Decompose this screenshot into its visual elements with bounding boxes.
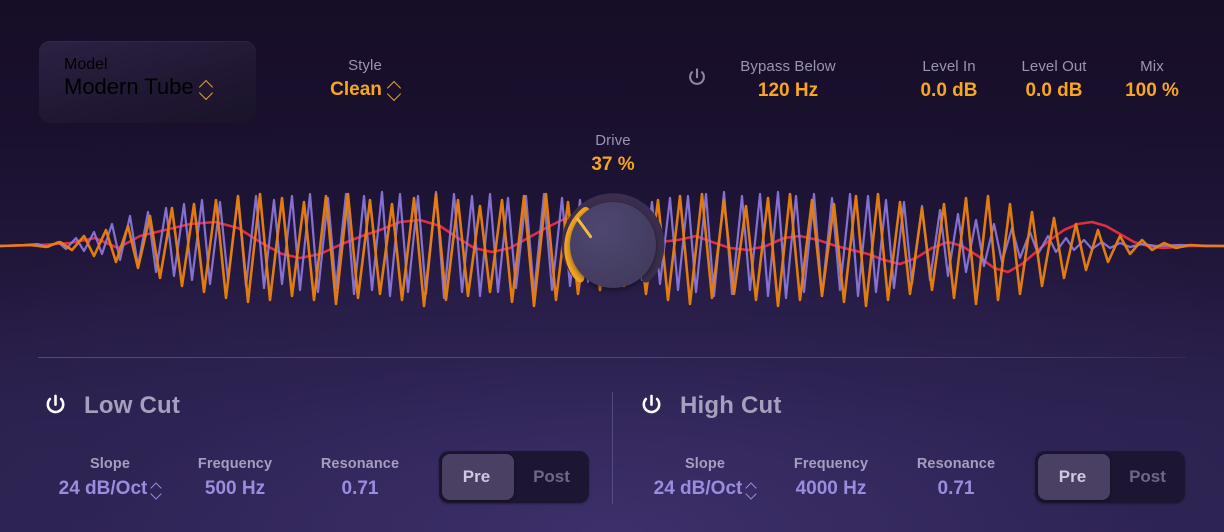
- power-icon[interactable]: [684, 65, 710, 91]
- high-cut-power-button[interactable]: [637, 391, 666, 420]
- drive-param: Drive 37 %: [548, 131, 678, 177]
- power-icon[interactable]: [41, 391, 70, 420]
- low-cut-title: Low Cut: [84, 392, 181, 419]
- section-divider-horizontal: [38, 357, 1186, 358]
- high-cut-frequency-label: Frequency: [793, 456, 869, 472]
- drive-label: Drive: [595, 132, 631, 149]
- high-cut-slope-label: Slope: [685, 456, 725, 472]
- model-label: Model: [64, 56, 108, 73]
- low-cut-frequency-param[interactable]: Frequency 500 Hz: [177, 455, 293, 501]
- bypass-below-label: Bypass Below: [740, 58, 836, 75]
- high-cut-frequency-param[interactable]: Frequency 4000 Hz: [769, 455, 893, 501]
- mix-param[interactable]: Mix 100 %: [1097, 57, 1207, 103]
- low-cut-frequency-value[interactable]: 500 Hz: [177, 476, 293, 501]
- drive-value[interactable]: 37 %: [548, 152, 678, 177]
- high-cut-slope-param[interactable]: Slope 24 dB/Oct: [639, 455, 771, 501]
- section-divider-vertical: [612, 392, 613, 504]
- chevron-updown-icon[interactable]: [747, 482, 756, 496]
- model-selector[interactable]: Model Modern Tube: [39, 41, 256, 123]
- chevron-updown-icon[interactable]: [389, 81, 400, 98]
- high-cut-resonance-param[interactable]: Resonance 0.71: [897, 455, 1015, 501]
- low-cut-resonance-value[interactable]: 0.71: [301, 476, 419, 501]
- high-cut-resonance-value[interactable]: 0.71: [897, 476, 1015, 501]
- low-cut-slope-label: Slope: [90, 456, 130, 472]
- high-cut-title: High Cut: [680, 392, 782, 419]
- low-cut-frequency-label: Frequency: [197, 456, 273, 472]
- chevron-updown-icon[interactable]: [201, 80, 212, 97]
- mix-value[interactable]: 100 %: [1097, 78, 1207, 103]
- low-cut-placement-toggle[interactable]: Pre Post: [439, 451, 589, 503]
- high-cut-placement-post[interactable]: Post: [1110, 451, 1185, 503]
- bypass-below-param[interactable]: Bypass Below 120 Hz: [713, 57, 863, 103]
- style-selector[interactable]: Style Clean: [300, 56, 430, 102]
- high-cut-slope-value[interactable]: 24 dB/Oct: [639, 476, 771, 501]
- low-cut-placement-post[interactable]: Post: [514, 451, 589, 503]
- low-cut-slope-param[interactable]: Slope 24 dB/Oct: [44, 455, 176, 501]
- low-cut-slope-value[interactable]: 24 dB/Oct: [44, 476, 176, 501]
- style-label: Style: [348, 57, 382, 74]
- bypass-power-button[interactable]: [684, 65, 710, 91]
- chevron-updown-icon[interactable]: [152, 482, 161, 496]
- audio-distortion-plugin-window: Model Modern Tube Style Clean Bypass Bel…: [0, 0, 1224, 532]
- low-cut-placement-pre[interactable]: Pre: [439, 451, 514, 503]
- high-cut-placement-toggle[interactable]: Pre Post: [1035, 451, 1185, 503]
- drive-knob[interactable]: [553, 185, 673, 305]
- style-value[interactable]: Clean: [300, 77, 430, 102]
- high-cut-resonance-label: Resonance: [916, 456, 996, 472]
- bypass-below-value[interactable]: 120 Hz: [713, 78, 863, 103]
- power-icon[interactable]: [637, 391, 666, 420]
- low-cut-power-button[interactable]: [41, 391, 70, 420]
- model-value[interactable]: Modern Tube: [64, 74, 212, 100]
- low-cut-resonance-param[interactable]: Resonance 0.71: [301, 455, 419, 501]
- mix-label: Mix: [1140, 58, 1164, 75]
- drive-knob-face[interactable]: [570, 202, 656, 288]
- low-cut-resonance-label: Resonance: [320, 456, 400, 472]
- high-cut-frequency-value[interactable]: 4000 Hz: [769, 476, 893, 501]
- high-cut-placement-pre[interactable]: Pre: [1035, 451, 1110, 503]
